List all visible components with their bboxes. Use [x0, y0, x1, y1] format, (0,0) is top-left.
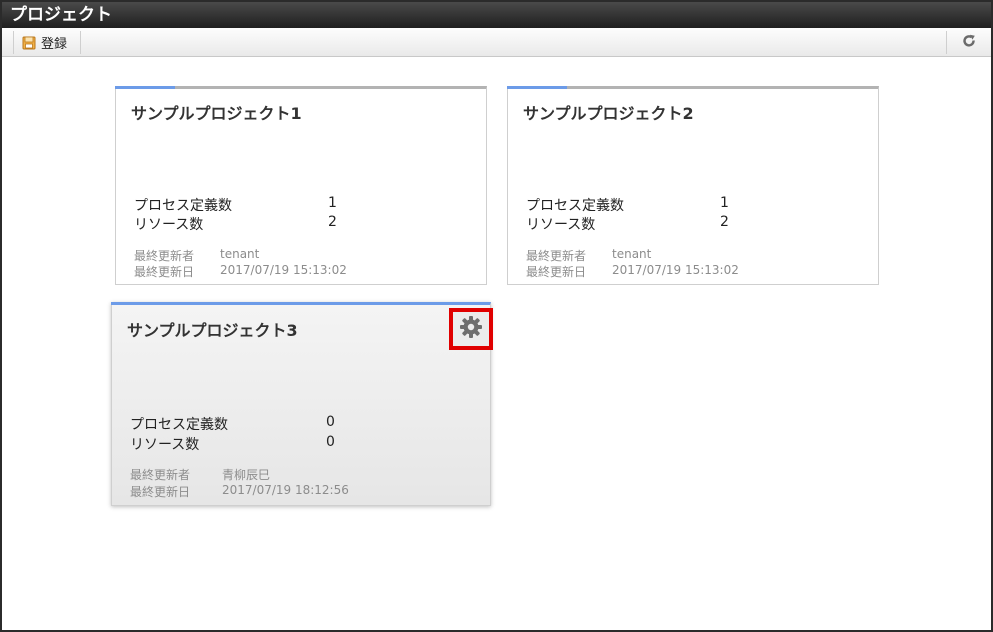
register-button[interactable]: 登録 — [13, 31, 81, 54]
resource-count-label: リソース数 — [526, 217, 596, 233]
last-updater-label: 最終更新者 — [130, 468, 191, 482]
process-count-label: プロセス定義数 — [134, 198, 232, 214]
refresh-button[interactable] — [946, 31, 990, 54]
last-updated-label: 最終更新日 — [134, 265, 195, 279]
card-accent-bar — [507, 86, 567, 89]
last-updated-label: 最終更新日 — [526, 265, 587, 279]
project-title[interactable]: サンプルプロジェクト1 — [131, 100, 302, 124]
register-label: 登録 — [41, 37, 68, 52]
last-updated-value: 2017/07/19 15:13:02 — [612, 263, 739, 277]
last-updated-value: 2017/07/19 15:13:02 — [220, 263, 347, 277]
process-count-label: プロセス定義数 — [130, 417, 228, 433]
last-updater-value: tenant — [612, 247, 652, 261]
resource-count-value: 0 — [326, 434, 335, 450]
refresh-icon — [962, 34, 976, 52]
resource-count-label: リソース数 — [134, 217, 204, 233]
project-card-3[interactable]: サンプルプロジェクト3 プロセス定義数 0 リソース数 0 最終更新者 青柳辰巳… — [111, 302, 493, 506]
resource-count-value: 2 — [720, 214, 729, 230]
card-accent-bar — [115, 86, 175, 89]
project-settings-button[interactable] — [449, 308, 493, 350]
card-accent-bar — [111, 302, 489, 305]
project-title[interactable]: サンプルプロジェクト3 — [127, 317, 298, 341]
last-updater-value: tenant — [220, 247, 260, 261]
resource-count-value: 2 — [328, 214, 337, 230]
last-updater-label: 最終更新者 — [526, 249, 587, 263]
process-count-value: 1 — [328, 195, 337, 211]
gear-icon — [459, 315, 483, 343]
process-count-value: 1 — [720, 195, 729, 211]
process-count-value: 0 — [326, 414, 335, 430]
resource-count-label: リソース数 — [130, 437, 200, 453]
toolbar: 登録 — [2, 28, 991, 57]
window-title: プロジェクト — [2, 2, 991, 28]
last-updated-label: 最終更新日 — [130, 485, 191, 499]
process-count-label: プロセス定義数 — [526, 198, 624, 214]
project-card-1[interactable]: サンプルプロジェクト1 プロセス定義数 1 リソース数 2 最終更新者 tena… — [115, 86, 487, 285]
window-frame: プロジェクト 登録 サンプルプロジェクト1 プロセス定義数 1 リソース数 2 … — [0, 0, 993, 632]
project-title[interactable]: サンプルプロジェクト2 — [523, 100, 694, 124]
last-updated-value: 2017/07/19 18:12:56 — [222, 483, 349, 497]
last-updater-value: 青柳辰巳 — [222, 468, 271, 482]
project-card-2[interactable]: サンプルプロジェクト2 プロセス定義数 1 リソース数 2 最終更新者 tena… — [507, 86, 879, 285]
register-icon — [22, 36, 36, 50]
last-updater-label: 最終更新者 — [134, 249, 195, 263]
